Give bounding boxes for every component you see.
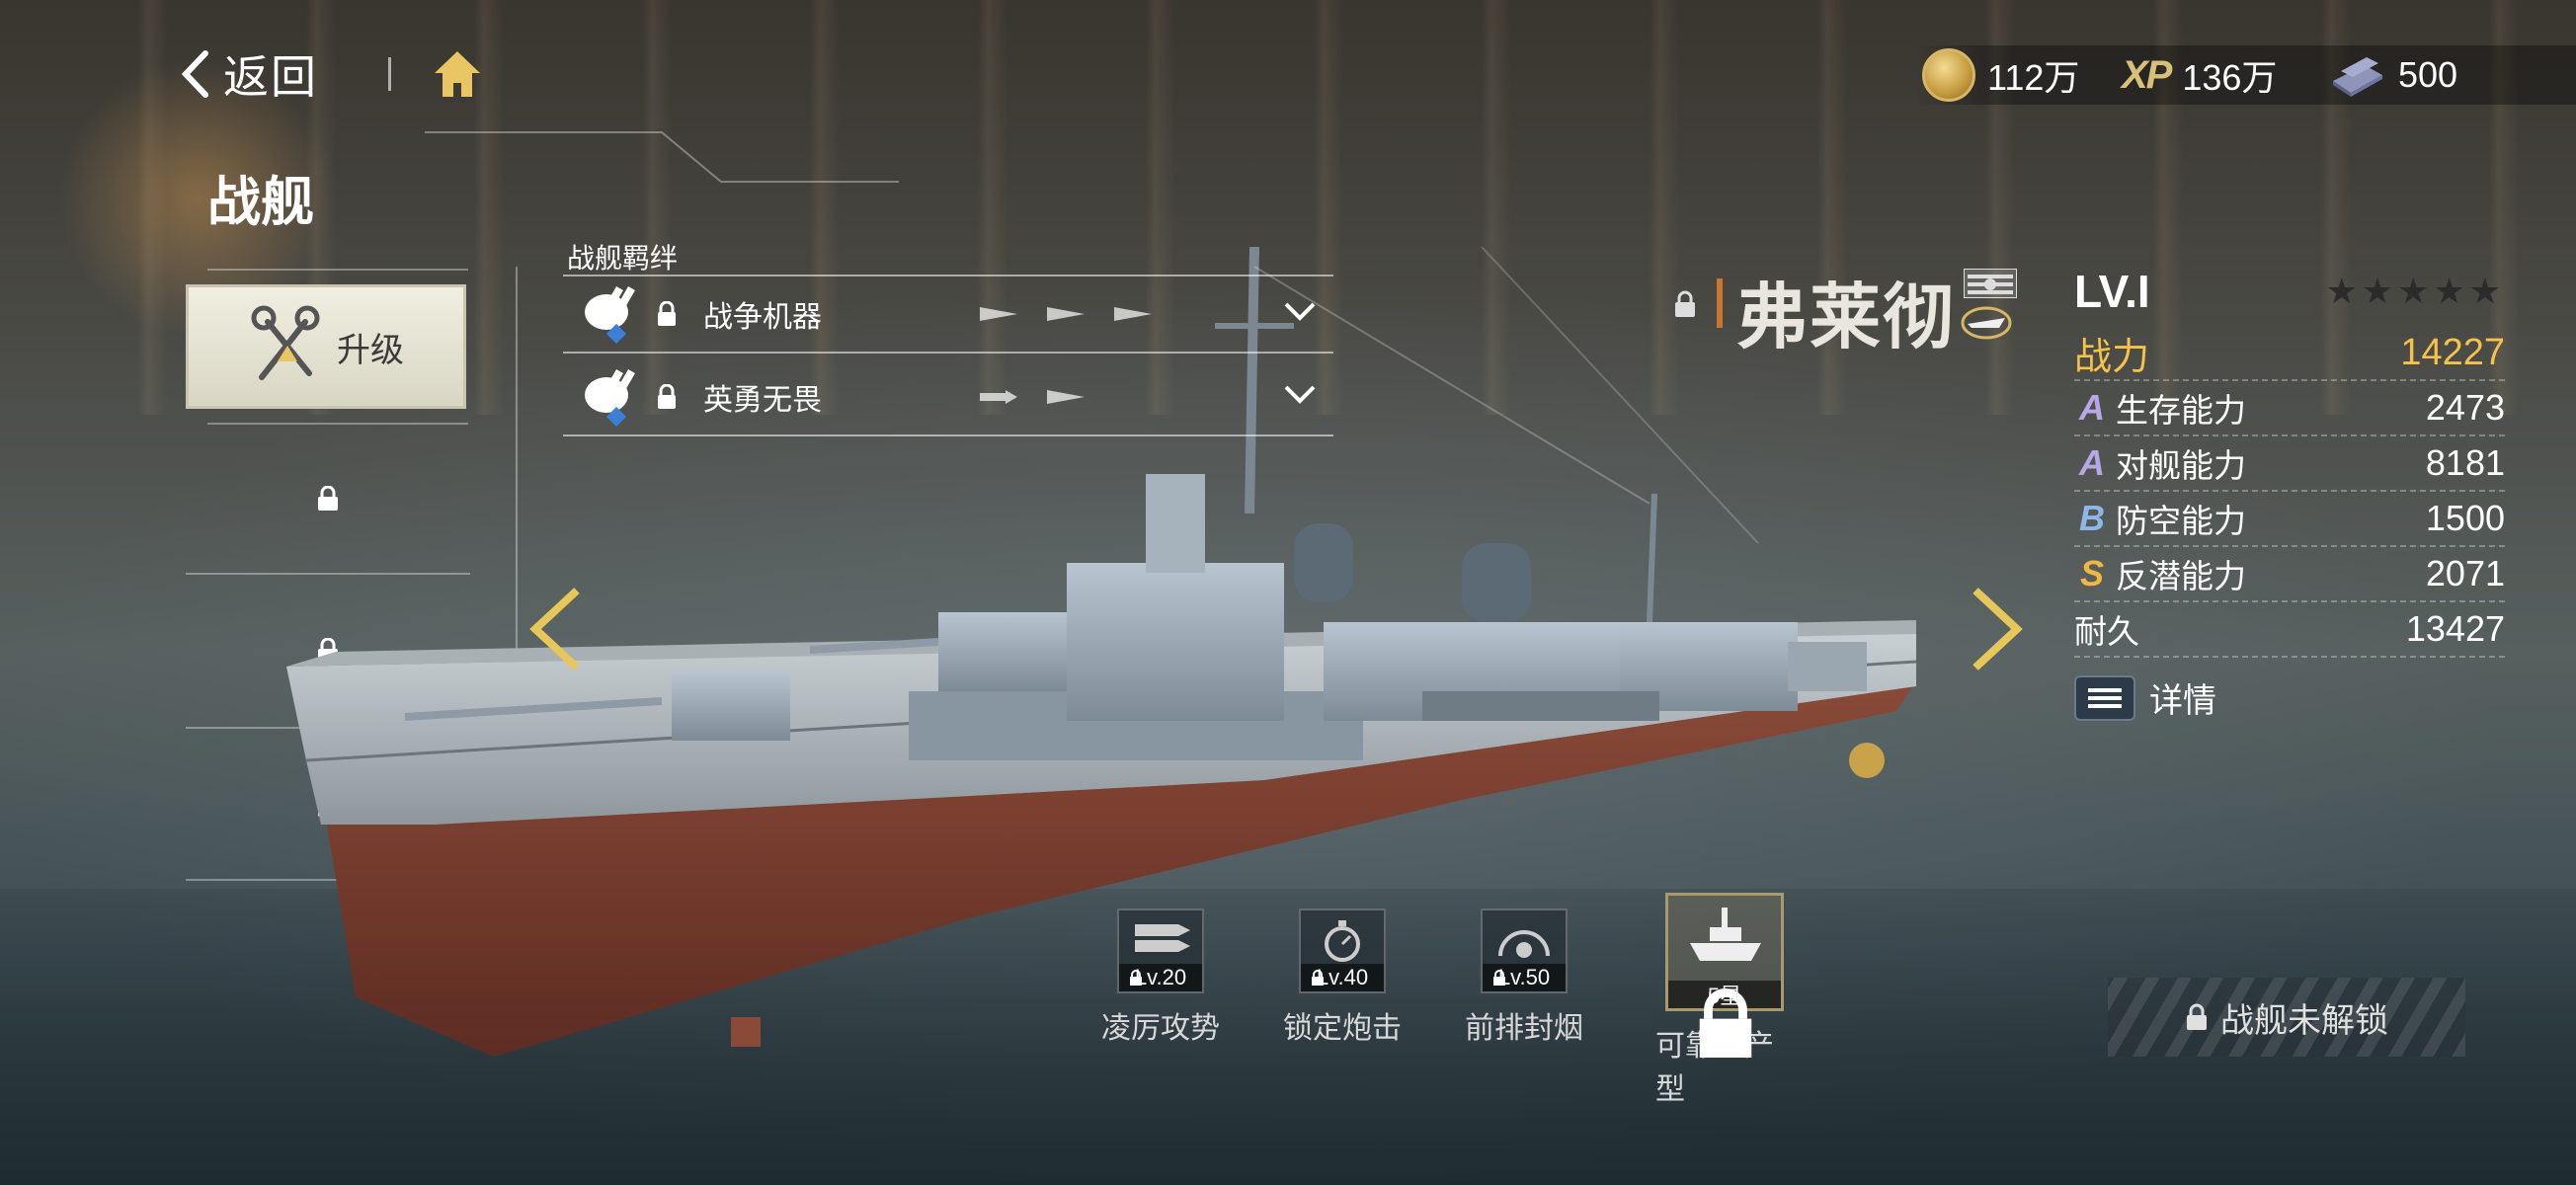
shell-icon <box>980 307 1017 321</box>
nation-flag-icon <box>1964 269 2017 298</box>
skill-icon-frame: Lv.50 <box>1481 908 1568 993</box>
power-label: 战力 <box>2074 336 2150 378</box>
ship-level: LV.I <box>2074 266 2150 317</box>
power-value: 14227 <box>2400 331 2505 373</box>
stat-grade: S <box>2079 553 2104 593</box>
details-button[interactable]: 详情 <box>2074 673 2216 722</box>
skill-requirement: Lv.50 <box>1483 964 1566 991</box>
lock-icon <box>1312 970 1324 986</box>
bond-title: 战舰羁绊 <box>567 243 679 274</box>
level-row: LV.I ★★★★★ <box>2074 259 2505 326</box>
destroyer-class-icon <box>1961 306 2012 340</box>
durability-row: 耐久 13427 <box>2074 602 2505 658</box>
stat-row: S 反潜能力 2071 <box>2074 547 2505 602</box>
star-rating: ★★★★★ <box>2325 271 2505 311</box>
chevron-down-icon[interactable] <box>1282 298 1318 324</box>
details-label: 详情 <box>2149 682 2216 720</box>
skill-item[interactable]: Lv.50 前排封烟 <box>1460 908 1588 1047</box>
xp-icon: XP <box>2122 52 2172 97</box>
shell-icon <box>1047 307 1085 321</box>
page-title: 战舰 <box>207 173 314 232</box>
stat-label: 生存能力 <box>2116 392 2246 429</box>
unlock-label: 战舰未解锁 <box>2220 1001 2388 1040</box>
shell-icon <box>1114 307 1152 321</box>
lock-icon <box>1699 988 1752 1058</box>
skill-requirement: 5星 <box>1668 981 1781 1058</box>
xp-currency: XP 136万 <box>2122 47 2277 103</box>
lock-icon <box>658 384 676 409</box>
lock-icon <box>2187 1003 2207 1030</box>
back-label: 返回 <box>223 51 318 103</box>
coin-currency: 112万 <box>1922 47 2079 103</box>
stat-row: A 对舰能力 8181 <box>2074 436 2505 492</box>
stat-grade: A <box>2079 387 2105 428</box>
stat-value: 1500 <box>2425 498 2505 538</box>
bond-item[interactable]: 战争机器 <box>563 275 1333 354</box>
skill-requirement: Lv.40 <box>1301 964 1384 991</box>
stat-row: A 生存能力 2473 <box>2074 381 2505 436</box>
skill-name: 前排封烟 <box>1465 1012 1583 1045</box>
lock-icon <box>1130 970 1142 986</box>
chevron-left-icon <box>181 50 208 98</box>
durability-value: 13427 <box>2405 608 2505 649</box>
bond-icon <box>585 369 635 427</box>
stat-grade: B <box>2079 498 2105 538</box>
header-decoration <box>425 131 899 183</box>
torpedo-icon <box>980 390 1017 404</box>
stat-value: 2071 <box>2425 553 2505 593</box>
skill-item[interactable]: 5星 可靠量产型 <box>1655 893 1794 1108</box>
bond-name: 英勇无畏 <box>703 384 822 417</box>
stat-row: B 防空能力 1500 <box>2074 492 2505 547</box>
bond-name: 战争机器 <box>703 301 822 334</box>
ship-icon <box>1690 908 1761 961</box>
skill-icon-frame: Lv.40 <box>1299 908 1386 993</box>
durability-label: 耐久 <box>2074 613 2139 650</box>
header-divider <box>388 57 391 91</box>
stat-value: 2473 <box>2425 387 2505 428</box>
skill-icon-frame: 5星 <box>1665 893 1784 1058</box>
bond-divider <box>563 434 1333 436</box>
stat-value: 8181 <box>2425 442 2505 483</box>
chevron-down-icon[interactable] <box>1282 381 1318 407</box>
power-row: 战力 14227 <box>2074 326 2505 381</box>
stopwatch-icon <box>1325 920 1360 962</box>
next-ship-arrow-icon[interactable] <box>1968 585 2027 673</box>
steel-currency: 500 <box>2327 47 2457 103</box>
home-icon[interactable] <box>431 47 484 101</box>
menu-icon <box>2074 674 2135 721</box>
previous-ship-arrow-icon[interactable] <box>525 585 585 673</box>
lock-icon <box>1493 970 1505 986</box>
steel-icon <box>2333 57 2382 97</box>
bond-divider <box>563 352 1333 354</box>
coin-icon <box>1922 48 1975 102</box>
back-button[interactable]: 返回 <box>178 40 318 109</box>
skill-name: 凌厉攻势 <box>1101 1012 1220 1045</box>
shell-icon <box>1047 390 1085 404</box>
ammo-icon <box>1135 924 1190 952</box>
bond-icon <box>585 286 635 344</box>
name-accent-bar <box>1717 278 1723 328</box>
ship-name: 弗莱彻 <box>1736 278 1957 357</box>
smoke-screen-icon <box>1498 930 1550 958</box>
stats-panel: LV.I ★★★★★ 战力 14227 A 生存能力 2473 A 对舰能力 8… <box>2074 259 2505 721</box>
stat-label: 反潜能力 <box>2116 558 2246 594</box>
skill-item[interactable]: Lv.20 凌厉攻势 <box>1096 908 1225 1047</box>
skill-requirement: Lv.20 <box>1119 964 1202 991</box>
steel-value: 500 <box>2398 54 2458 95</box>
xp-value: 136万 <box>2182 57 2278 98</box>
stat-label: 对舰能力 <box>2116 447 2246 484</box>
skill-item[interactable]: Lv.40 锁定炮击 <box>1278 908 1407 1047</box>
unlock-ship-button[interactable]: 战舰未解锁 <box>2108 978 2465 1057</box>
skill-icon-frame: Lv.20 <box>1117 908 1204 993</box>
lock-icon <box>658 301 676 326</box>
lock-icon <box>1675 290 1695 317</box>
stat-label: 防空能力 <box>2116 503 2246 539</box>
coin-value: 112万 <box>1987 57 2080 98</box>
skill-name: 锁定炮击 <box>1283 1012 1402 1045</box>
bond-item[interactable]: 英勇无畏 <box>563 357 1333 436</box>
stat-grade: A <box>2079 442 2105 483</box>
